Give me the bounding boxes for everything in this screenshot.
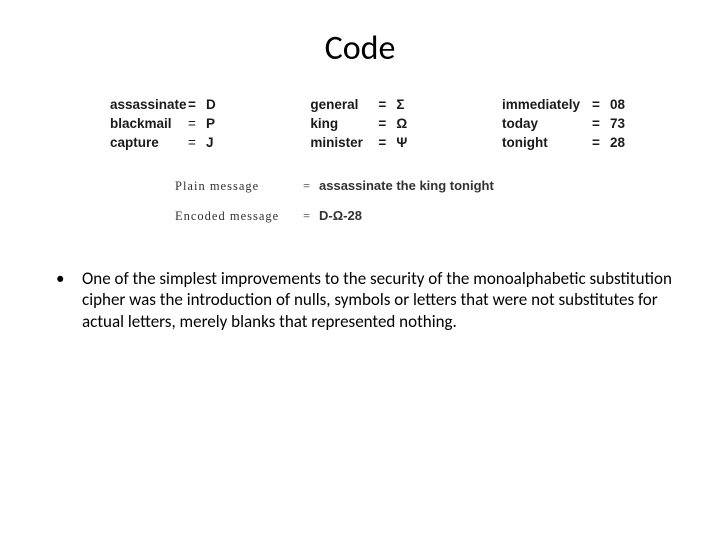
- code-value: Ψ: [396, 135, 407, 150]
- code-value: J: [206, 135, 214, 150]
- code-word: immediately: [502, 97, 592, 112]
- plain-message-row: Plain message = assassinate the king ton…: [175, 178, 680, 194]
- code-word: general: [310, 97, 378, 112]
- bullet-text: One of the simplest improvements to the …: [82, 268, 672, 332]
- bullet-list: • One of the simplest improvements to th…: [40, 268, 680, 332]
- equals-sign: =: [378, 135, 396, 150]
- equals-sign: =: [378, 97, 396, 112]
- bullet-item: • One of the simplest improvements to th…: [56, 268, 672, 332]
- messages-block: Plain message = assassinate the king ton…: [40, 178, 680, 224]
- encoded-message-label: Encoded message: [175, 209, 303, 224]
- plain-message-label: Plain message: [175, 179, 303, 194]
- code-word: blackmail: [110, 116, 188, 131]
- code-value: D: [206, 97, 216, 112]
- equals-sign: =: [188, 116, 206, 131]
- encoded-message-row: Encoded message = D-Ω-28: [175, 208, 680, 224]
- equals-sign: =: [592, 135, 610, 150]
- code-value: 08: [610, 97, 625, 112]
- slide-title: Code: [40, 28, 680, 69]
- code-value: Σ: [396, 97, 404, 112]
- code-value: P: [206, 116, 215, 131]
- equals-sign: =: [303, 209, 319, 224]
- code-value: 73: [610, 116, 625, 131]
- code-word: assassinate: [110, 97, 188, 112]
- table-row: assassinate = D: [110, 97, 216, 112]
- bullet-dot-icon: •: [56, 268, 82, 332]
- table-row: minister = Ψ: [310, 135, 407, 150]
- table-row: general = Σ: [310, 97, 407, 112]
- equals-sign: =: [592, 116, 610, 131]
- equals-sign: =: [188, 97, 206, 112]
- code-word: capture: [110, 135, 188, 150]
- code-word: king: [310, 116, 378, 131]
- code-word: today: [502, 116, 592, 131]
- table-row: immediately = 08: [502, 97, 625, 112]
- code-column-1: assassinate = D blackmail = P capture = …: [110, 97, 216, 150]
- code-word: tonight: [502, 135, 592, 150]
- encoded-message-value: D-Ω-28: [319, 208, 362, 223]
- table-row: blackmail = P: [110, 116, 216, 131]
- table-row: capture = J: [110, 135, 216, 150]
- equals-sign: =: [188, 135, 206, 150]
- equals-sign: =: [378, 116, 396, 131]
- code-table: assassinate = D blackmail = P capture = …: [40, 97, 680, 150]
- table-row: today = 73: [502, 116, 625, 131]
- code-word: minister: [310, 135, 378, 150]
- slide: Code assassinate = D blackmail = P captu…: [0, 0, 720, 540]
- code-column-3: immediately = 08 today = 73 tonight = 28: [502, 97, 625, 150]
- table-row: tonight = 28: [502, 135, 625, 150]
- table-row: king = Ω: [310, 116, 407, 131]
- equals-sign: =: [303, 179, 319, 194]
- equals-sign: =: [592, 97, 610, 112]
- code-value: Ω: [396, 116, 407, 131]
- code-column-2: general = Σ king = Ω minister = Ψ: [310, 97, 407, 150]
- code-value: 28: [610, 135, 625, 150]
- plain-message-value: assassinate the king tonight: [319, 178, 494, 193]
